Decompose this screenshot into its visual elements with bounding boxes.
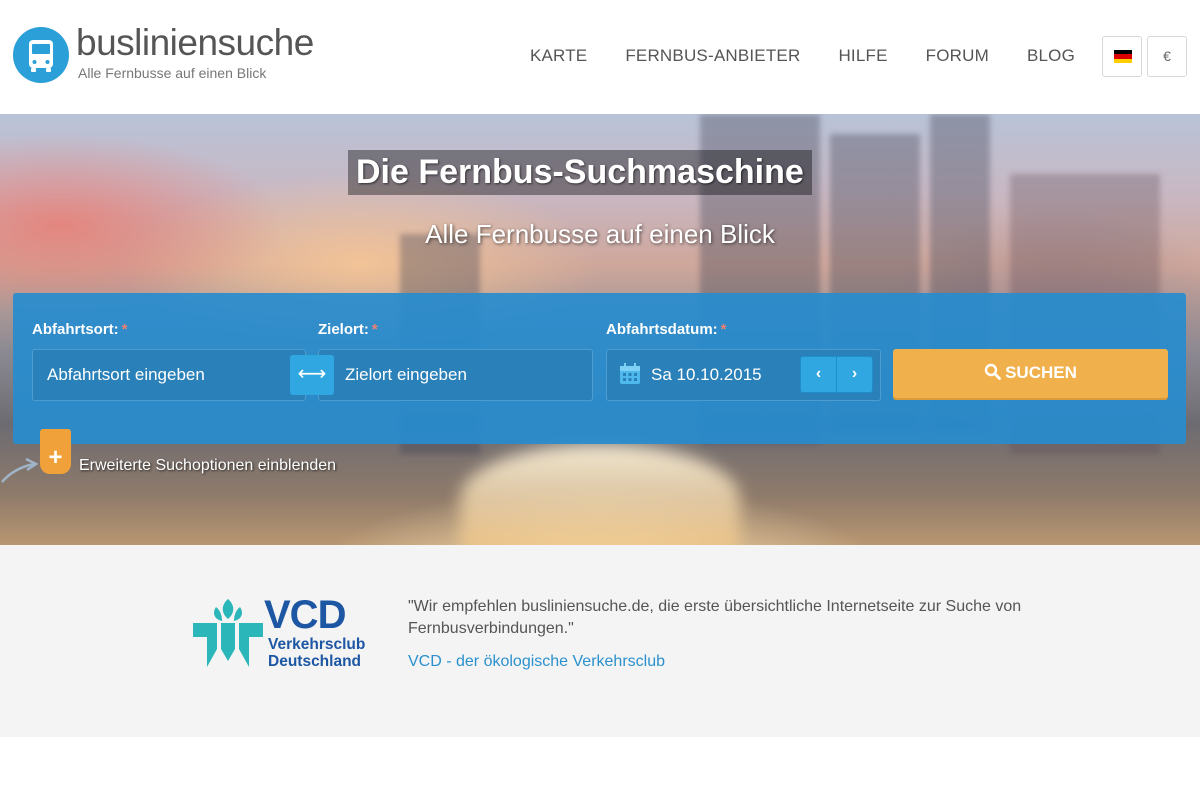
hero-banner: Die Fernbus-Suchmaschine Alle Fernbusse … bbox=[0, 114, 1200, 545]
language-button[interactable] bbox=[1102, 36, 1142, 77]
advanced-options-toggle[interactable]: + bbox=[40, 429, 71, 474]
currency-button[interactable]: € bbox=[1147, 36, 1187, 77]
hero-subtitle: Alle Fernbusse auf einen Blick bbox=[425, 219, 775, 249]
german-flag-icon bbox=[1114, 50, 1132, 63]
to-input[interactable]: Zielort eingeben bbox=[318, 349, 593, 401]
main-nav: KARTE FERNBUS-ANBIETER HILFE FORUM BLOG bbox=[530, 47, 1075, 65]
nav-link-fernbus-anbieter[interactable]: FERNBUS-ANBIETER bbox=[625, 47, 800, 65]
nav-link-forum[interactable]: FORUM bbox=[926, 47, 989, 65]
site-header: busliniensuche Alle Fernbusse auf einen … bbox=[0, 0, 1200, 114]
testimonial-section: VCD Verkehrsclub Deutschland "Wir empfeh… bbox=[0, 545, 1200, 737]
nav-link-blog[interactable]: BLOG bbox=[1027, 47, 1075, 65]
vcd-org-line1: Verkehrsclub bbox=[268, 636, 366, 653]
vcd-logo-icon bbox=[193, 599, 263, 667]
from-input[interactable]: Abfahrtsort eingeben bbox=[32, 349, 306, 401]
nav-link-karte[interactable]: KARTE bbox=[530, 47, 587, 65]
calendar-icon[interactable] bbox=[619, 363, 641, 385]
brand-slogan: Alle Fernbusse auf einen Blick bbox=[78, 65, 267, 81]
to-label: Zielort: * bbox=[318, 321, 378, 338]
vcd-link[interactable]: VCD - der ökologische Verkehrsclub bbox=[408, 653, 665, 671]
swap-locations-button[interactable]: ⟷ bbox=[290, 355, 334, 395]
search-button-label: SUCHEN bbox=[1005, 363, 1077, 382]
vcd-org-line2: Deutschland bbox=[268, 653, 362, 670]
testimonial-quote: "Wir empfehlen busliniensuche.de, die er… bbox=[408, 598, 1022, 637]
vcd-wordmark: VCD bbox=[264, 593, 346, 637]
previous-day-button[interactable]: ‹ bbox=[800, 356, 837, 393]
brand-name[interactable]: busliniensuche bbox=[76, 24, 314, 61]
advanced-options-label[interactable]: Erweiterte Suchoptionen einblenden bbox=[79, 457, 336, 475]
next-day-button[interactable]: › bbox=[836, 356, 873, 393]
from-label: Abfahrtsort: * bbox=[32, 321, 128, 338]
arrow-icon bbox=[1, 457, 39, 483]
search-button[interactable]: SUCHEN bbox=[893, 349, 1168, 398]
hero-title: Die Fernbus-Suchmaschine bbox=[348, 150, 812, 195]
nav-link-hilfe[interactable]: HILFE bbox=[838, 47, 887, 65]
search-panel: Abfahrtsort: * Zielort: * Abfahrtsdatum: * … bbox=[13, 293, 1186, 444]
bus-logo-icon[interactable] bbox=[13, 27, 69, 83]
search-icon bbox=[984, 363, 1001, 380]
date-label: Abfahrtsdatum: * bbox=[606, 321, 727, 338]
